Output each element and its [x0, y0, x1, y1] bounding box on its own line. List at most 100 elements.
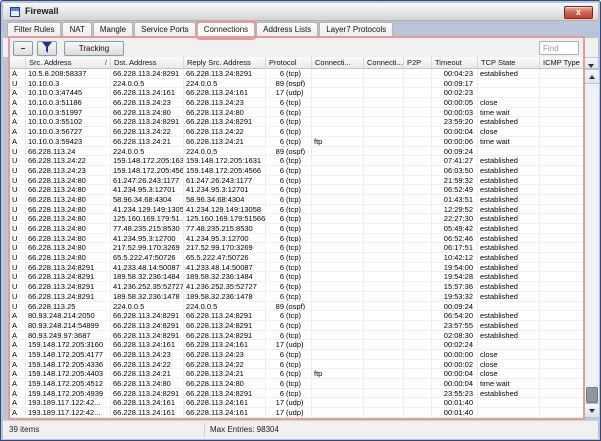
tracking-button[interactable]: Tracking — [64, 41, 124, 56]
cell-p2p — [404, 340, 432, 349]
table-row[interactable]: U 66.228.113.25 224.0.0.5 224.0.0.5 89 (ospf)… — [9, 301, 583, 312]
tab-layer7-protocols[interactable]: Layer7 Protocols — [319, 22, 394, 37]
table-row[interactable]: U 66.228.113.24:80 41.234.95.3:12701 41.234… — [9, 185, 583, 195]
cell-flag: A — [9, 369, 26, 378]
cell-icmp-type — [540, 205, 580, 214]
table-row[interactable]: U 66.228.113.24:80 61.247.26.243:1177 61.24… — [9, 175, 583, 186]
cell-p2p — [404, 146, 432, 156]
cell-tcp-state: established — [478, 311, 540, 320]
table-row[interactable]: A 10.10.0.3:51186 66.228.113.24:23 66.228.1… — [9, 98, 583, 108]
cell-connection-2 — [364, 369, 404, 378]
cell-tcp-state: established — [478, 194, 540, 204]
tab-connections[interactable]: Connections — [196, 22, 256, 38]
table-row[interactable]: U 66.228.113.24:23 159.148.172.205:4566 159… — [9, 165, 583, 176]
cell-timeout: 00:00:04 — [432, 127, 478, 136]
column-header-src-address[interactable]: Src. Address / — [26, 57, 111, 68]
tab-filter-rules[interactable]: Filter Rules — [7, 22, 62, 37]
table-row[interactable]: U 66.228.113.24:22 159.148.172.205:1631 159… — [9, 156, 583, 166]
table-row[interactable]: U 66.228.113.24:80 58.96.34.68:4304 58.96.3… — [9, 194, 583, 205]
cell-connection-2 — [364, 291, 404, 301]
table-row[interactable]: A 159.148.172.205:4177 66.228.113.24:23 66.… — [9, 349, 583, 360]
cell-icmp-type — [540, 311, 580, 320]
tab-nat[interactable]: NAT — [62, 22, 92, 37]
cell-protocol: 6 (tcp) — [266, 185, 312, 194]
column-header-dst-address[interactable]: Dst. Address — [111, 57, 184, 68]
cell-p2p — [404, 320, 432, 330]
table-row[interactable]: A 10.10.0.3:59423 66.228.113.24:21 66.228.1… — [9, 136, 583, 147]
table-row[interactable]: A 10.10.0.3:55102 66.228.113.24:8291 66.228… — [9, 117, 583, 128]
cell-p2p — [404, 408, 432, 417]
scroll-up-button[interactable] — [584, 69, 600, 84]
column-header-protocol[interactable]: Protocol — [266, 57, 312, 68]
vertical-scrollbar[interactable] — [583, 69, 600, 418]
tab-service-ports[interactable]: Service Ports — [134, 22, 196, 37]
table-row[interactable]: A 80.93.248.214:2050 66.228.113.24:8291 66.… — [9, 311, 583, 321]
table-row[interactable]: A 159.148.172.205:4403 66.228.113.24:21 66.… — [9, 369, 583, 379]
table-row[interactable]: U 66.228.113.24:80 41.234.129.149:13058 41.… — [9, 204, 583, 215]
cell-protocol: 6 (tcp) — [266, 156, 312, 165]
table-row[interactable]: A 10.10.0.3:51997 66.228.113.24:80 66.228.1… — [9, 107, 583, 118]
table-row[interactable]: A 10.5.8.208:58337 66.228.113.24:8291 66.22… — [9, 69, 583, 79]
table-row[interactable]: U 66.228.113.24:8291 189.58.32.236:1484 189… — [9, 272, 583, 283]
remove-button[interactable]: − — [13, 41, 33, 56]
scrollbar-thumb[interactable] — [586, 387, 598, 403]
cell-p2p — [404, 127, 432, 136]
table-row[interactable]: A 10.10.0.3:56727 66.228.113.24:22 66.228.1… — [9, 127, 583, 137]
cell-timeout: 00:00:06 — [432, 136, 478, 146]
tab-mangle[interactable]: Mangle — [92, 22, 134, 37]
sort-ascending-icon: / — [104, 58, 107, 67]
column-header-reply-src-address[interactable]: Reply Src. Address — [184, 57, 266, 68]
table-row[interactable]: A 10.10.0.3:47445 66.228.113.24:161 66.228.… — [9, 88, 583, 99]
table-row[interactable]: A 80.93.248.214:54899 66.228.113.24:8291 66… — [9, 320, 583, 331]
table-row[interactable]: U 66.228.113.24:8291 41.233.48.14:50087 41.… — [9, 262, 583, 273]
cell-protocol: 6 (tcp) — [266, 127, 312, 136]
table-row[interactable]: A 80.93.249.97:3687 66.228.113.24:8291 66.2… — [9, 330, 583, 341]
table-row[interactable]: A 159.148.172.205:4512 66.228.113.24:80 66.… — [9, 379, 583, 389]
column-header-connecti-[interactable]: Connecti... — [364, 57, 404, 68]
close-icon[interactable]: x — [564, 6, 593, 19]
table-row[interactable]: U 66.228.113.24:80 41.234.95.3:12700 41.234… — [9, 233, 583, 244]
protocol-name: (udp) — [286, 398, 304, 408]
table-row[interactable]: U 66.228.113.24:8291 189.58.32.236:1478 189… — [9, 291, 583, 302]
cell-connection-1 — [312, 117, 364, 127]
table-row[interactable]: A 193.189.117.122:42... 66.228.113.24:161 6… — [9, 398, 583, 409]
cell-tcp-state: established — [478, 117, 540, 127]
table-row[interactable]: U 66.228.113.24:80 217.52.99.170:3269 217.5… — [9, 243, 583, 254]
cell-protocol: 6 (tcp) — [266, 253, 312, 262]
column-header-p2p[interactable]: P2P — [404, 57, 432, 68]
column-header-icmp-type[interactable]: ICMP Type — [540, 57, 580, 68]
table-row[interactable]: A 193.189.117.122:42... 66.228.113.24:161 6… — [9, 408, 583, 418]
cell-connection-2 — [364, 301, 404, 311]
protocol-name: (tcp) — [286, 369, 301, 378]
scroll-down-button[interactable] — [584, 403, 600, 418]
cell-src-address: 10.10.0.3:56727 — [26, 127, 111, 136]
table-row[interactable]: A 159.148.172.205:4336 66.228.113.24:22 66.… — [9, 359, 583, 370]
table-row[interactable]: A 159.148.172.205:3160 66.228.113.24:161 66… — [9, 340, 583, 350]
table-row[interactable]: U 66.228.113.24:80 65.5.222.47:50726 65.5.2… — [9, 253, 583, 263]
column-header-connecti-[interactable]: Connecti... — [312, 57, 364, 68]
table-row[interactable]: U 66.228.113.24 224.0.0.5 224.0.0.5 89 (ospf)… — [9, 146, 583, 157]
cell-tcp-state: established — [478, 156, 540, 165]
tab-address-lists[interactable]: Address Lists — [256, 22, 319, 37]
cell-connection-1 — [312, 165, 364, 175]
protocol-number: 6 — [279, 320, 284, 330]
titlebar[interactable]: Firewall x — [3, 3, 598, 21]
table-row[interactable]: U 10.10.0.3 224.0.0.5 224.0.0.5 89 (ospf) 00:0… — [9, 78, 583, 89]
cell-connection-1 — [312, 107, 364, 117]
table-row[interactable]: A 159.148.172.205:4939 66.228.113.24:8291 6… — [9, 388, 583, 399]
cell-connection-1 — [312, 282, 364, 291]
find-input[interactable] — [539, 41, 579, 55]
column-header-flags[interactable] — [9, 57, 26, 68]
column-header-tcp-state[interactable]: TCP State — [478, 57, 540, 68]
protocol-number: 6 — [279, 127, 284, 136]
table-row[interactable]: U 66.228.113.24:80 125.160.169.179:51... 12… — [9, 214, 583, 224]
column-select-button[interactable] — [583, 57, 599, 69]
cell-src-address: 80.93.248.214:54899 — [26, 320, 111, 330]
column-header-timeout[interactable]: Timeout — [432, 57, 478, 68]
table-row[interactable]: U 66.228.113.24:80 77.48.235.215:8530 77.48… — [9, 224, 583, 234]
cell-connection-2 — [364, 136, 404, 146]
table-row[interactable]: U 66.228.113.24:8291 41.236.252.35:52727 41… — [9, 282, 583, 292]
cell-p2p — [404, 282, 432, 291]
cell-icmp-type — [540, 127, 580, 136]
filter-button[interactable] — [37, 41, 57, 56]
